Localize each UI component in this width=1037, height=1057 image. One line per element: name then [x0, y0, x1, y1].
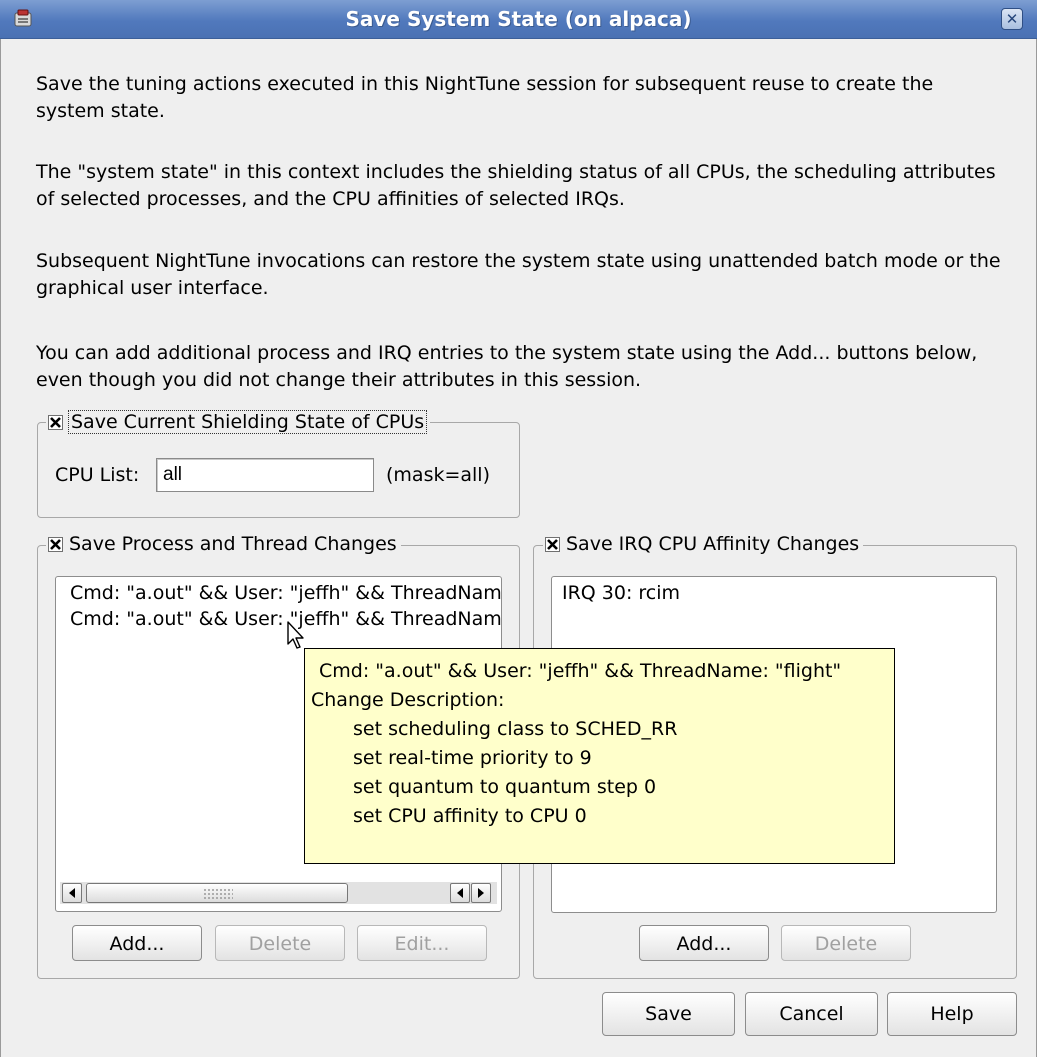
- scroll-right-icon[interactable]: [471, 883, 491, 903]
- scrollbar-thumb[interactable]: [86, 883, 348, 903]
- list-item[interactable]: Cmd: "a.out" && User: "jeffh" && ThreadN…: [56, 580, 501, 606]
- shielding-checkbox[interactable]: [48, 414, 63, 430]
- shielding-checkbox-row[interactable]: Save Current Shielding State of CPUs: [46, 409, 431, 435]
- tooltip-header: Cmd: "a.out" && User: "jeffh" && ThreadN…: [319, 660, 842, 682]
- tooltip-line: set scheduling class to SCHED_RR: [353, 718, 678, 740]
- scroll-left-icon[interactable]: [62, 883, 82, 903]
- process-checkbox-label: Save Process and Thread Changes: [69, 533, 397, 555]
- title-bar[interactable]: Save System State (on alpaca) ✕: [0, 0, 1037, 39]
- window-title: Save System State (on alpaca): [345, 7, 692, 31]
- cpu-list-label: CPU List:: [55, 464, 140, 486]
- shielding-checkbox-label: Save Current Shielding State of CPUs: [67, 410, 428, 434]
- help-button[interactable]: Help: [887, 992, 1017, 1036]
- tooltip-subheader: Change Description:: [311, 689, 505, 711]
- scroll-left-icon[interactable]: [450, 883, 470, 903]
- irq-checkbox-row[interactable]: Save IRQ CPU Affinity Changes: [543, 531, 864, 557]
- intro-paragraph-1: Save the tuning actions executed in this…: [36, 73, 934, 122]
- intro-paragraph-4: You can add additional process and IRQ e…: [36, 342, 978, 391]
- process-add-button[interactable]: Add...: [72, 925, 202, 961]
- item-tooltip: Cmd: "a.out" && User: "jeffh" && ThreadN…: [304, 648, 895, 864]
- cpu-mask-text: (mask=all): [386, 464, 490, 486]
- process-checkbox-row[interactable]: Save Process and Thread Changes: [46, 531, 401, 557]
- list-item[interactable]: Cmd: "a.out" && User: "jeffh" && ThreadN…: [56, 606, 501, 632]
- irq-checkbox-label: Save IRQ CPU Affinity Changes: [566, 533, 860, 555]
- mouse-pointer-icon: [286, 620, 308, 652]
- save-button[interactable]: Save: [602, 992, 735, 1036]
- tooltip-line: set CPU affinity to CPU 0: [353, 805, 587, 827]
- process-edit-button[interactable]: Edit...: [357, 925, 487, 961]
- cancel-button[interactable]: Cancel: [745, 992, 878, 1036]
- cpu-list-input[interactable]: [156, 458, 374, 492]
- irq-checkbox[interactable]: [545, 536, 560, 552]
- process-checkbox[interactable]: [48, 536, 63, 552]
- horizontal-scrollbar[interactable]: [60, 882, 497, 904]
- intro-paragraph-2: The "system state" in this context inclu…: [36, 161, 996, 210]
- process-delete-button[interactable]: Delete: [215, 925, 345, 961]
- intro-paragraph-3: Subsequent NightTune invocations can res…: [36, 250, 1001, 299]
- irq-add-button[interactable]: Add...: [639, 925, 769, 961]
- close-icon[interactable]: ✕: [1001, 8, 1023, 30]
- irq-delete-button[interactable]: Delete: [781, 925, 911, 961]
- list-item[interactable]: IRQ 30: rcim: [552, 580, 996, 606]
- tooltip-line: set real-time priority to 9: [353, 747, 592, 769]
- tooltip-line: set quantum to quantum step 0: [353, 776, 657, 798]
